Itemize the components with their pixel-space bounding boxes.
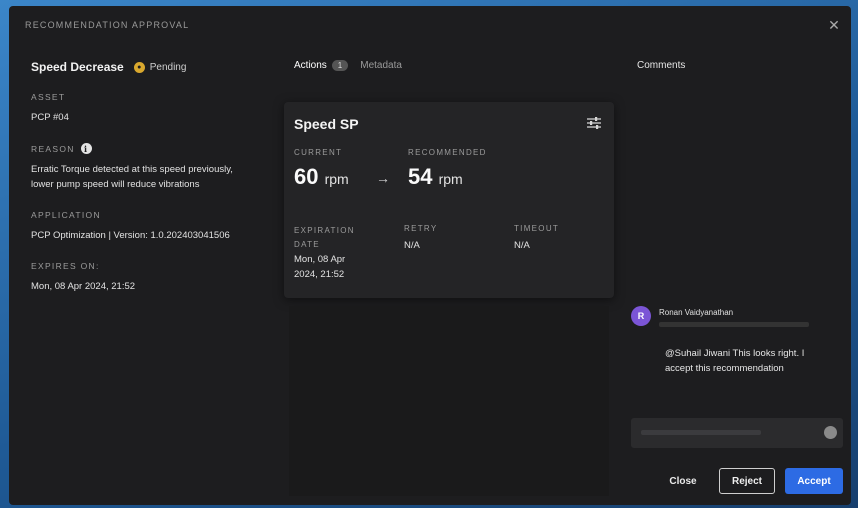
application-value: PCP Optimization | Version: 1.0.20240304… (31, 230, 230, 241)
card-shadow-area (289, 306, 609, 496)
tab-actions[interactable]: Actions 1 (294, 60, 349, 71)
recommended-value: 54 rpm (408, 164, 463, 190)
reason-value: Erratic Torque detected at this speed pr… (31, 164, 233, 190)
clock-icon: ● (133, 61, 145, 73)
retry-label: RETRY (404, 224, 438, 233)
asset-value: PCP #04 (31, 112, 69, 123)
tab-metadata-label: Metadata (360, 60, 402, 71)
comment-input-placeholder (641, 430, 761, 435)
tab-actions-label: Actions (294, 60, 327, 71)
retry-value: N/A (404, 240, 420, 251)
details-panel: Speed Decrease ● Pending ASSET PCP #04 R… (31, 60, 241, 312)
expires-label: EXPIRES ON: (31, 261, 100, 271)
comments-heading: Comments (637, 60, 686, 71)
modal-title: RECOMMENDATION APPROVAL (25, 20, 190, 30)
current-label: CURRENT (294, 148, 343, 157)
current-number: 60 (294, 164, 319, 189)
expiration-label: EXPIRATION DATE (294, 226, 355, 249)
asset-label: ASSET (31, 92, 66, 102)
action-card: Speed SP CURRENT RECOMMENDED 60 rpm → 54… (284, 102, 614, 298)
info-icon[interactable]: i (80, 143, 92, 154)
tab-bar: Actions 1 Metadata (294, 60, 402, 71)
comment-author: Ronan Vaidyanathan (659, 308, 734, 317)
reason-label: REASON (31, 143, 75, 154)
actions-count-badge: 1 (331, 60, 349, 71)
action-title: Speed SP (294, 116, 359, 132)
arrow-right-icon: → (376, 170, 390, 186)
recommended-number: 54 (408, 164, 433, 189)
tab-metadata[interactable]: Metadata (360, 60, 402, 71)
accept-button[interactable]: Accept (785, 468, 843, 494)
comment-input[interactable] (631, 418, 843, 448)
recommended-unit: rpm (438, 171, 463, 187)
current-unit: rpm (324, 171, 349, 187)
reject-button[interactable]: Reject (719, 468, 775, 494)
sliders-icon[interactable] (586, 116, 602, 130)
reason-label-row: REASON i (31, 143, 241, 154)
close-icon[interactable]: ✕ (827, 18, 841, 32)
comment-meta-line (659, 322, 809, 327)
avatar: R (631, 306, 651, 326)
recommendation-approval-modal: RECOMMENDATION APPROVAL ✕ Speed Decrease… (9, 6, 851, 505)
modal-header: RECOMMENDATION APPROVAL (9, 6, 851, 44)
status-badge: ● Pending (133, 61, 187, 73)
current-value: 60 rpm (294, 164, 349, 190)
timeout-value: N/A (514, 240, 530, 251)
status-label: Pending (149, 61, 187, 73)
send-icon[interactable] (824, 426, 837, 439)
expiration-value: Mon, 08 Apr 2024, 21:52 (294, 254, 346, 280)
timeout-label: TIMEOUT (514, 224, 560, 233)
expires-value: Mon, 08 Apr 2024, 21:52 (31, 281, 136, 292)
recommendation-name: Speed Decrease (31, 60, 124, 74)
close-button[interactable]: Close (663, 468, 703, 494)
application-label: APPLICATION (31, 210, 101, 220)
comment-text: @Suhail Jiwani This looks right. I accep… (665, 348, 805, 374)
recommended-label: RECOMMENDED (408, 148, 487, 157)
